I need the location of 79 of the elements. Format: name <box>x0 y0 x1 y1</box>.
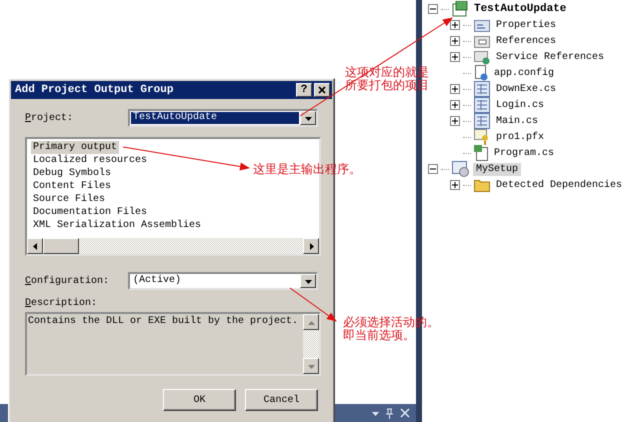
certificate-icon <box>474 129 490 145</box>
field-label: Project: <box>25 112 74 124</box>
references-icon <box>474 34 490 48</box>
list-item[interactable]: XML Serialization Assemblies <box>31 219 204 232</box>
caret-icon <box>304 278 312 284</box>
help-button[interactable]: ? <box>296 83 312 97</box>
up-arrow-icon <box>308 318 314 326</box>
dropdown-arrow-button[interactable] <box>300 111 316 125</box>
list-item[interactable]: Primary output <box>31 141 120 154</box>
list-item[interactable]: Content Files <box>31 180 114 193</box>
expand-toggle[interactable] <box>450 180 460 190</box>
list-item[interactable]: Debug Symbols <box>31 167 114 180</box>
plus-icon <box>452 22 458 28</box>
list-item[interactable]: Source Files <box>31 193 108 206</box>
expand-toggle[interactable] <box>450 100 460 110</box>
form-icon <box>474 113 490 129</box>
right-arrow-icon <box>308 242 314 250</box>
scroll-thumb[interactable] <box>43 238 79 254</box>
scroll-left-button[interactable] <box>27 238 43 254</box>
project-dropdown[interactable]: TestAutoUpdate <box>128 109 318 127</box>
pin-icon[interactable] <box>384 408 394 418</box>
plus-icon <box>452 102 458 108</box>
tree-item[interactable]: Properties <box>492 18 559 32</box>
horizontal-scrollbar[interactable] <box>27 238 319 254</box>
form-icon <box>474 81 490 97</box>
collapse-toggle[interactable] <box>428 4 438 14</box>
tree-item[interactable]: app.config <box>490 66 557 80</box>
scroll-down-button[interactable] <box>303 358 319 374</box>
caret-icon <box>304 114 312 122</box>
plus-icon <box>452 86 458 92</box>
close-icon <box>318 86 326 94</box>
cancel-button[interactable]: Cancel <box>245 389 318 411</box>
field-label: Configuration: <box>25 276 110 286</box>
minus-icon <box>430 6 436 12</box>
list-item[interactable]: Documentation Files <box>31 206 150 219</box>
tree-item[interactable]: Login.cs <box>492 98 547 112</box>
tree-item[interactable]: Service References <box>492 50 607 64</box>
tree-item[interactable]: TestAutoUpdate <box>470 2 570 16</box>
code-file-icon <box>474 145 488 161</box>
expand-toggle[interactable] <box>450 84 460 94</box>
collapse-toggle[interactable] <box>428 164 438 174</box>
plus-icon <box>452 182 458 188</box>
dialog-title: Add Project Output Group <box>15 84 174 96</box>
scroll-up-button[interactable] <box>303 314 319 330</box>
description-text: Contains the DLL or EXE built by the project. <box>27 314 300 329</box>
folder-icon <box>474 178 490 192</box>
close-icon[interactable] <box>400 408 410 418</box>
list-item[interactable]: Localized resources <box>31 154 150 167</box>
vertical-scrollbar[interactable] <box>303 314 319 374</box>
tree-item[interactable]: Program.cs <box>490 146 557 160</box>
expand-toggle[interactable] <box>450 52 460 62</box>
expand-toggle[interactable] <box>450 116 460 126</box>
plus-icon <box>452 54 458 60</box>
plus-icon <box>452 118 458 124</box>
dropdown-arrow-button[interactable] <box>300 274 316 288</box>
configuration-dropdown[interactable]: (Active) <box>128 272 318 290</box>
annotation-text: 即当前选项。 <box>343 329 416 342</box>
down-arrow-icon <box>308 362 314 370</box>
minus-icon <box>430 166 436 172</box>
plus-icon <box>452 38 458 44</box>
tree-item[interactable]: pro1.pfx <box>492 130 547 144</box>
tree-item[interactable]: MySetup <box>472 162 521 176</box>
tree-item[interactable]: DownExe.cs <box>492 82 559 96</box>
left-arrow-icon <box>32 242 38 250</box>
tree-item[interactable]: Detected Dependencies <box>492 178 625 192</box>
service-folder-icon <box>474 49 490 65</box>
scroll-right-button[interactable] <box>303 238 319 254</box>
expand-toggle[interactable] <box>450 20 460 30</box>
setup-project-icon <box>452 161 470 177</box>
form-icon <box>474 97 490 113</box>
field-label: Description: <box>25 298 98 309</box>
properties-icon <box>474 18 490 32</box>
tree-item[interactable]: Main.cs <box>492 114 541 128</box>
tree-item[interactable]: References <box>492 34 559 48</box>
dropdown-icon <box>372 410 379 416</box>
expand-toggle[interactable] <box>450 36 460 46</box>
ok-button[interactable]: OK <box>163 389 236 411</box>
close-button[interactable] <box>314 83 330 97</box>
config-file-icon <box>474 65 488 81</box>
